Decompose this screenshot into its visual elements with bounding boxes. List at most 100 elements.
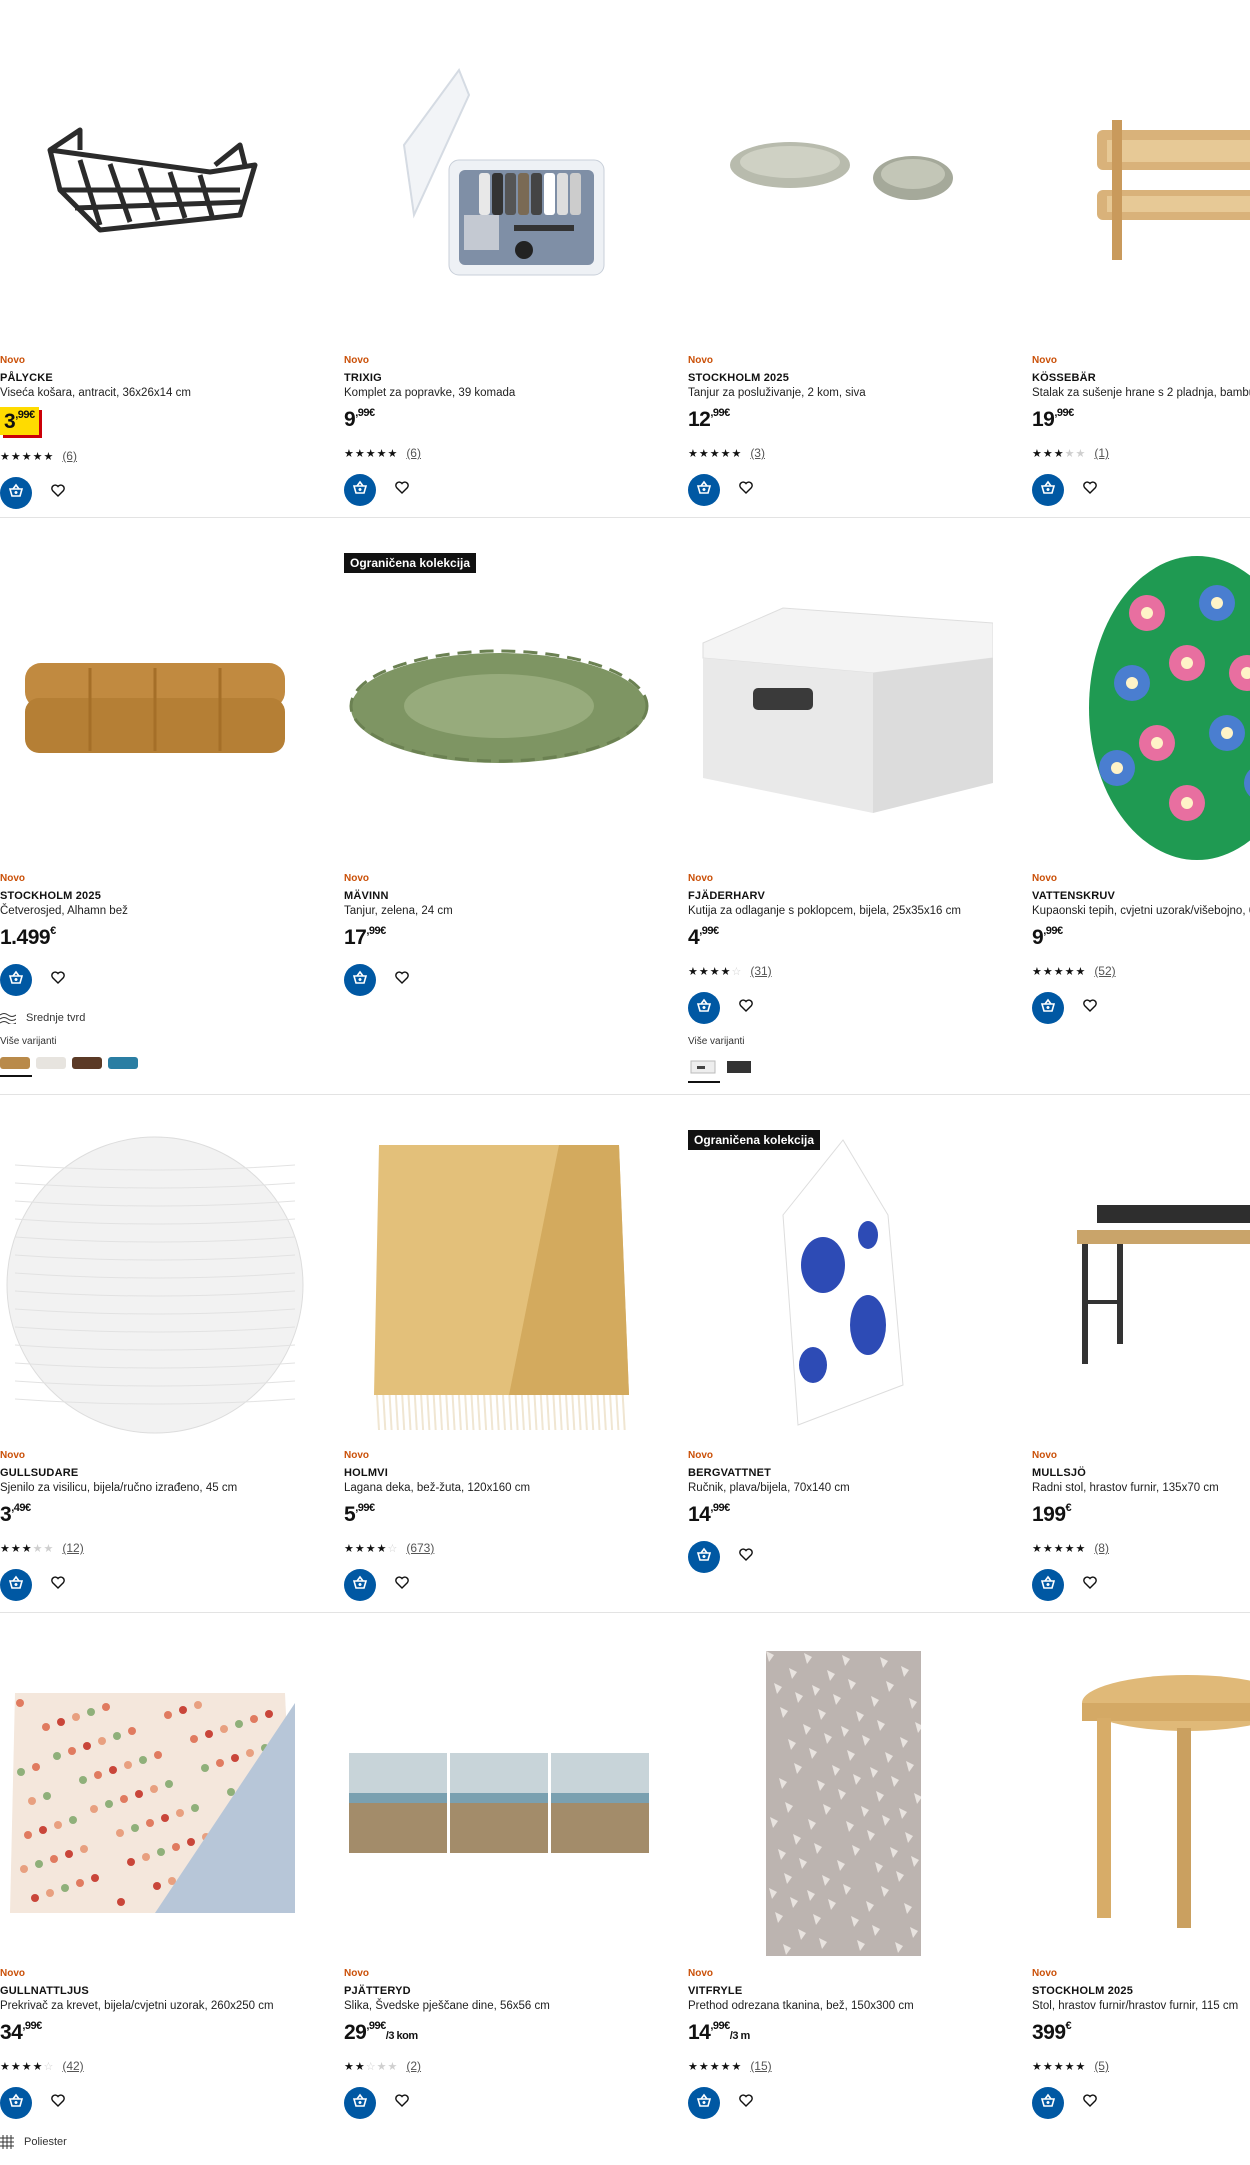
add-to-cart-button[interactable] <box>688 992 720 1024</box>
product-name[interactable]: VITFRYLE <box>688 1985 1018 1997</box>
add-to-cart-button[interactable] <box>344 964 376 996</box>
product-image[interactable] <box>0 30 310 330</box>
product-card[interactable]: Ograničena kolekcija Novo BERGVATTNET Ručn… <box>688 1095 1032 1612</box>
product-image[interactable] <box>1032 556 1250 860</box>
add-to-cart-button[interactable] <box>1032 2087 1064 2119</box>
product-rating[interactable]: ★★★★☆ (673) <box>344 1541 674 1555</box>
product-rating[interactable]: ★★★★★ (15) <box>688 2059 1018 2073</box>
product-image[interactable] <box>0 558 310 858</box>
product-card[interactable]: Novo VITFRYLE Prethod odrezana tkanina, be… <box>688 1613 1032 2165</box>
product-card[interactable]: Novo HOLMVI Lagana deka, bež-žuta, 120x160… <box>344 1095 688 1612</box>
product-image[interactable] <box>688 30 998 330</box>
product-image[interactable] <box>1032 1653 1250 1953</box>
favourite-button[interactable] <box>392 480 412 500</box>
favourite-button[interactable] <box>736 998 756 1018</box>
product-image[interactable] <box>344 1135 654 1435</box>
product-rating[interactable]: ★★★★★ (8) <box>1032 1541 1250 1555</box>
favourite-button[interactable] <box>48 2093 68 2113</box>
product-card[interactable]: Novo FJÄDERHARV Kutija za odlaganje s pokl… <box>688 518 1032 1094</box>
product-image[interactable] <box>688 558 998 858</box>
variant-swatch-beige[interactable] <box>0 1057 30 1069</box>
product-rating[interactable]: ★★★★☆ (31) <box>688 964 1018 978</box>
review-count[interactable]: (3) <box>750 446 765 460</box>
favourite-button[interactable] <box>736 2093 756 2113</box>
product-card[interactable]: Novo STOCKHOLM 2025 Četverosjed, Alhamn be… <box>0 518 344 1094</box>
product-name[interactable]: VATTENSKRUV <box>1032 890 1250 902</box>
variant-swatch-white[interactable] <box>36 1057 66 1069</box>
review-count[interactable]: (6) <box>62 449 77 463</box>
product-name[interactable]: MÄVINN <box>344 890 674 902</box>
product-card[interactable]: Ograničena kolekcija Novo MÄVINN Tanjur, z… <box>344 518 688 1094</box>
favourite-button[interactable] <box>48 970 68 990</box>
product-card[interactable]: Novo PJÄTTERYD Slika, Švedske pješčane din… <box>344 1613 688 2165</box>
favourite-button[interactable] <box>48 1575 68 1595</box>
product-image[interactable] <box>344 558 654 858</box>
review-count[interactable]: (8) <box>1094 1541 1109 1555</box>
product-image[interactable] <box>1032 1135 1250 1435</box>
product-image[interactable] <box>344 1653 654 1953</box>
add-to-cart-button[interactable] <box>0 2087 32 2119</box>
add-to-cart-button[interactable] <box>0 477 32 509</box>
variant-swatch-brown[interactable] <box>72 1057 102 1069</box>
favourite-button[interactable] <box>392 970 412 990</box>
add-to-cart-button[interactable] <box>0 964 32 996</box>
product-name[interactable]: HOLMVI <box>344 1467 674 1479</box>
review-count[interactable]: (673) <box>406 1541 434 1555</box>
add-to-cart-button[interactable] <box>344 1569 376 1601</box>
product-name[interactable]: TRIXIG <box>344 372 674 384</box>
product-rating[interactable]: ★★★★★ (1) <box>1032 446 1250 460</box>
product-rating[interactable]: ★★★★★ (6) <box>344 446 674 460</box>
product-card[interactable]: Novo KÖSSEBÄR Stalak za sušenje hrane s 2 … <box>1032 0 1250 517</box>
product-rating[interactable]: ★★★★★ (6) <box>0 449 330 463</box>
product-image[interactable] <box>0 1653 310 1953</box>
favourite-button[interactable] <box>736 1547 756 1567</box>
product-rating[interactable]: ★★★★★ (52) <box>1032 964 1250 978</box>
product-card[interactable]: Novo TRIXIG Komplet za popravke, 39 komada… <box>344 0 688 517</box>
review-count[interactable]: (42) <box>62 2059 83 2073</box>
product-card[interactable]: Novo STOCKHOLM 2025 Stol, hrastov furnir/h… <box>1032 1613 1250 2165</box>
add-to-cart-button[interactable] <box>1032 992 1064 1024</box>
product-name[interactable]: GULLSUDARE <box>0 1467 330 1479</box>
review-count[interactable]: (15) <box>750 2059 771 2073</box>
product-rating[interactable]: ★★★★☆ (42) <box>0 2059 330 2073</box>
favourite-button[interactable] <box>736 480 756 500</box>
product-name[interactable]: PJÄTTERYD <box>344 1985 674 1997</box>
product-rating[interactable]: ★★☆★★ (2) <box>344 2059 674 2073</box>
product-card[interactable]: Novo STOCKHOLM 2025 Tanjur za posluživanje… <box>688 0 1032 517</box>
product-name[interactable]: BERGVATTNET <box>688 1467 1018 1479</box>
review-count[interactable]: (31) <box>750 964 771 978</box>
product-rating[interactable]: ★★★★★ (5) <box>1032 2059 1250 2073</box>
product-name[interactable]: MULLSJÖ <box>1032 1467 1250 1479</box>
variant-swatch-blue[interactable] <box>108 1057 138 1069</box>
product-name[interactable]: KÖSSEBÄR <box>1032 372 1250 384</box>
product-rating[interactable]: ★★★★★ (12) <box>0 1541 330 1555</box>
variant-swatch-black-box[interactable] <box>724 1057 754 1075</box>
review-count[interactable]: (1) <box>1094 446 1109 460</box>
product-image[interactable] <box>0 1135 310 1435</box>
product-card[interactable]: Novo MULLSJÖ Radni stol, hrastov furnir, 1… <box>1032 1095 1250 1612</box>
favourite-button[interactable] <box>1080 2093 1100 2113</box>
review-count[interactable]: (5) <box>1094 2059 1109 2073</box>
review-count[interactable]: (12) <box>62 1541 83 1555</box>
product-rating[interactable]: ★★★★★ (3) <box>688 446 1018 460</box>
product-name[interactable]: FJÄDERHARV <box>688 890 1018 902</box>
add-to-cart-button[interactable] <box>688 2087 720 2119</box>
add-to-cart-button[interactable] <box>344 474 376 506</box>
review-count[interactable]: (52) <box>1094 964 1115 978</box>
favourite-button[interactable] <box>1080 480 1100 500</box>
review-count[interactable]: (6) <box>406 446 421 460</box>
favourite-button[interactable] <box>392 1575 412 1595</box>
product-image[interactable] <box>688 1650 998 1956</box>
review-count[interactable]: (2) <box>406 2059 421 2073</box>
add-to-cart-button[interactable] <box>1032 1569 1064 1601</box>
favourite-button[interactable] <box>48 483 68 503</box>
product-card[interactable]: Novo GULLSUDARE Sjenilo za visilicu, bijel… <box>0 1095 344 1612</box>
favourite-button[interactable] <box>1080 1575 1100 1595</box>
product-card[interactable]: Novo PÅLYCKE Viseća košara, antracit, 36x2… <box>0 0 344 517</box>
product-name[interactable]: PÅLYCKE <box>0 372 330 384</box>
add-to-cart-button[interactable] <box>688 474 720 506</box>
add-to-cart-button[interactable] <box>344 2087 376 2119</box>
add-to-cart-button[interactable] <box>1032 474 1064 506</box>
favourite-button[interactable] <box>392 2093 412 2113</box>
product-image[interactable] <box>1032 30 1250 330</box>
